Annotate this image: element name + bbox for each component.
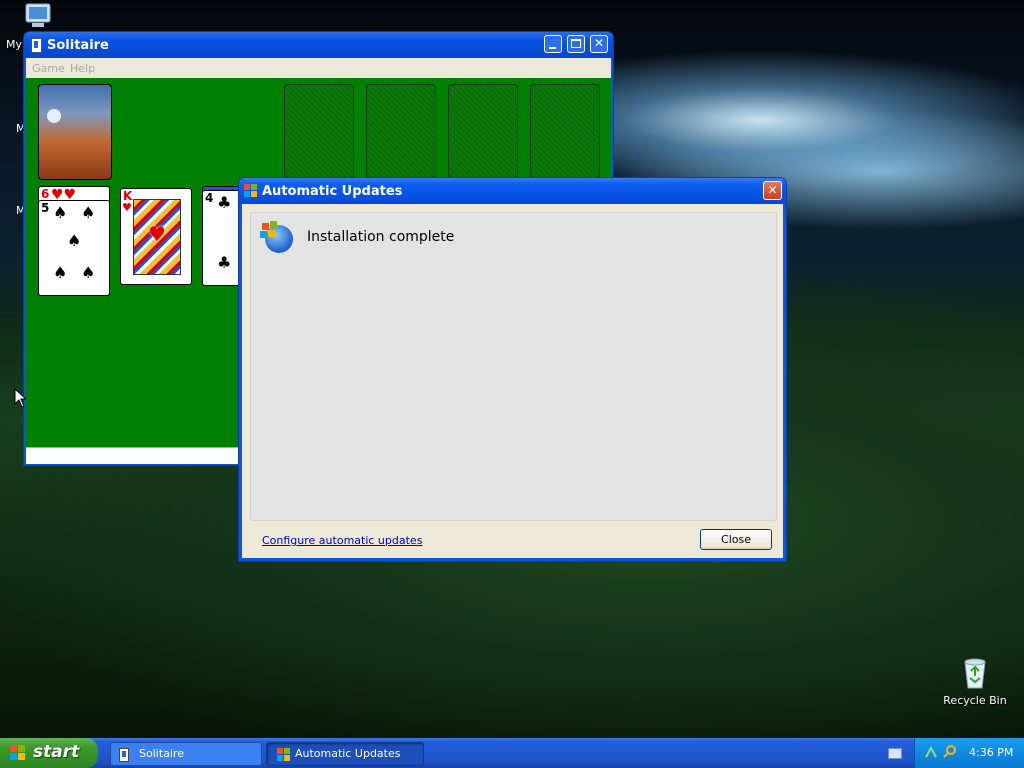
- taskbar-button-automatic-updates[interactable]: Automatic Updates: [266, 742, 424, 766]
- installation-message: Installation complete: [307, 229, 455, 245]
- clock[interactable]: 4:36 PM: [969, 746, 1013, 759]
- solitaire-titlebar[interactable]: Solitaire ✕: [24, 32, 613, 58]
- close-icon: ✕: [593, 36, 605, 50]
- close-button-label: Close: [721, 533, 751, 546]
- club-icon: ♣: [217, 193, 232, 212]
- spade-icon: ♠: [67, 231, 82, 250]
- menu-game[interactable]: Game: [32, 62, 65, 75]
- playing-card[interactable]: K ♥ ♥: [120, 188, 192, 285]
- close-dialog-button[interactable]: Close: [700, 529, 772, 550]
- foundation-slot[interactable]: [448, 84, 518, 178]
- search-icon[interactable]: [943, 744, 957, 758]
- maximize-icon: [571, 39, 581, 48]
- spade-icon: ♠: [53, 263, 68, 282]
- solitaire-app-icon: [31, 38, 42, 53]
- close-button[interactable]: ✕: [590, 35, 608, 53]
- windows-flag-icon: [10, 745, 26, 761]
- card-rank: 4: [205, 191, 214, 205]
- spade-icon: ♠: [81, 263, 96, 282]
- dialog-close-button[interactable]: ✕: [763, 181, 782, 200]
- stock-pile[interactable]: [38, 84, 112, 180]
- card-rank: 5: [41, 201, 50, 215]
- club-icon: ♣: [217, 253, 232, 272]
- minimize-icon: [549, 47, 556, 49]
- taskbar-button-solitaire[interactable]: Solitaire: [110, 742, 262, 766]
- solitaire-app-icon: [119, 748, 129, 762]
- network-icon[interactable]: [925, 745, 937, 758]
- computer-icon: [25, 3, 51, 27]
- taskbar-label: Automatic Updates: [295, 747, 401, 760]
- foundation-slot[interactable]: [284, 84, 354, 178]
- windows-flag-icon: [244, 184, 258, 198]
- recycle-bin-icon: [964, 658, 986, 689]
- dialog-titlebar[interactable]: Automatic Updates ✕: [239, 178, 786, 204]
- my-computer-label: My: [6, 38, 23, 51]
- moon-image: [47, 109, 61, 123]
- close-icon: ✕: [767, 183, 778, 197]
- mouse-cursor-icon: [14, 388, 26, 408]
- my-computer-icon[interactable]: My: [2, 2, 62, 51]
- foundation-slot[interactable]: [366, 84, 436, 178]
- system-tray: 4:36 PM: [914, 738, 1024, 768]
- recycle-bin-icon[interactable]: Recycle Bin: [940, 656, 1010, 707]
- dialog-title: Automatic Updates: [262, 184, 403, 199]
- maximize-button[interactable]: [567, 35, 585, 53]
- keyboard-icon[interactable]: [888, 748, 902, 759]
- foundation-slot[interactable]: [530, 84, 600, 178]
- card-rank: 6: [41, 187, 50, 201]
- start-button[interactable]: start: [0, 738, 98, 768]
- menu-help[interactable]: Help: [70, 62, 95, 75]
- automatic-updates-dialog[interactable]: Automatic Updates ✕ Installation complet…: [238, 177, 787, 562]
- spade-icon: ♠: [53, 203, 68, 222]
- dialog-content-panel: Installation complete: [250, 212, 777, 521]
- solitaire-menubar: Game Help: [26, 58, 611, 78]
- windows-update-icon: [277, 748, 291, 762]
- heart-icon: ♥: [122, 201, 132, 214]
- windows-update-icon: [260, 221, 293, 253]
- solitaire-title: Solitaire: [47, 38, 109, 53]
- dialog-body: Installation complete Configure automati…: [242, 204, 783, 558]
- recycle-bin-label: Recycle Bin: [943, 694, 1007, 707]
- taskbar-label: Solitaire: [139, 747, 184, 760]
- heart-icon: ♥: [148, 222, 166, 246]
- minimize-button[interactable]: [544, 35, 562, 53]
- king-face-image: ♥: [133, 199, 181, 275]
- start-label: start: [33, 742, 80, 762]
- configure-updates-link[interactable]: Configure automatic updates: [262, 534, 422, 547]
- spade-icon: ♠: [81, 203, 96, 222]
- playing-card[interactable]: 5 ♠ ♠ ♠ ♠ ♠: [38, 200, 110, 296]
